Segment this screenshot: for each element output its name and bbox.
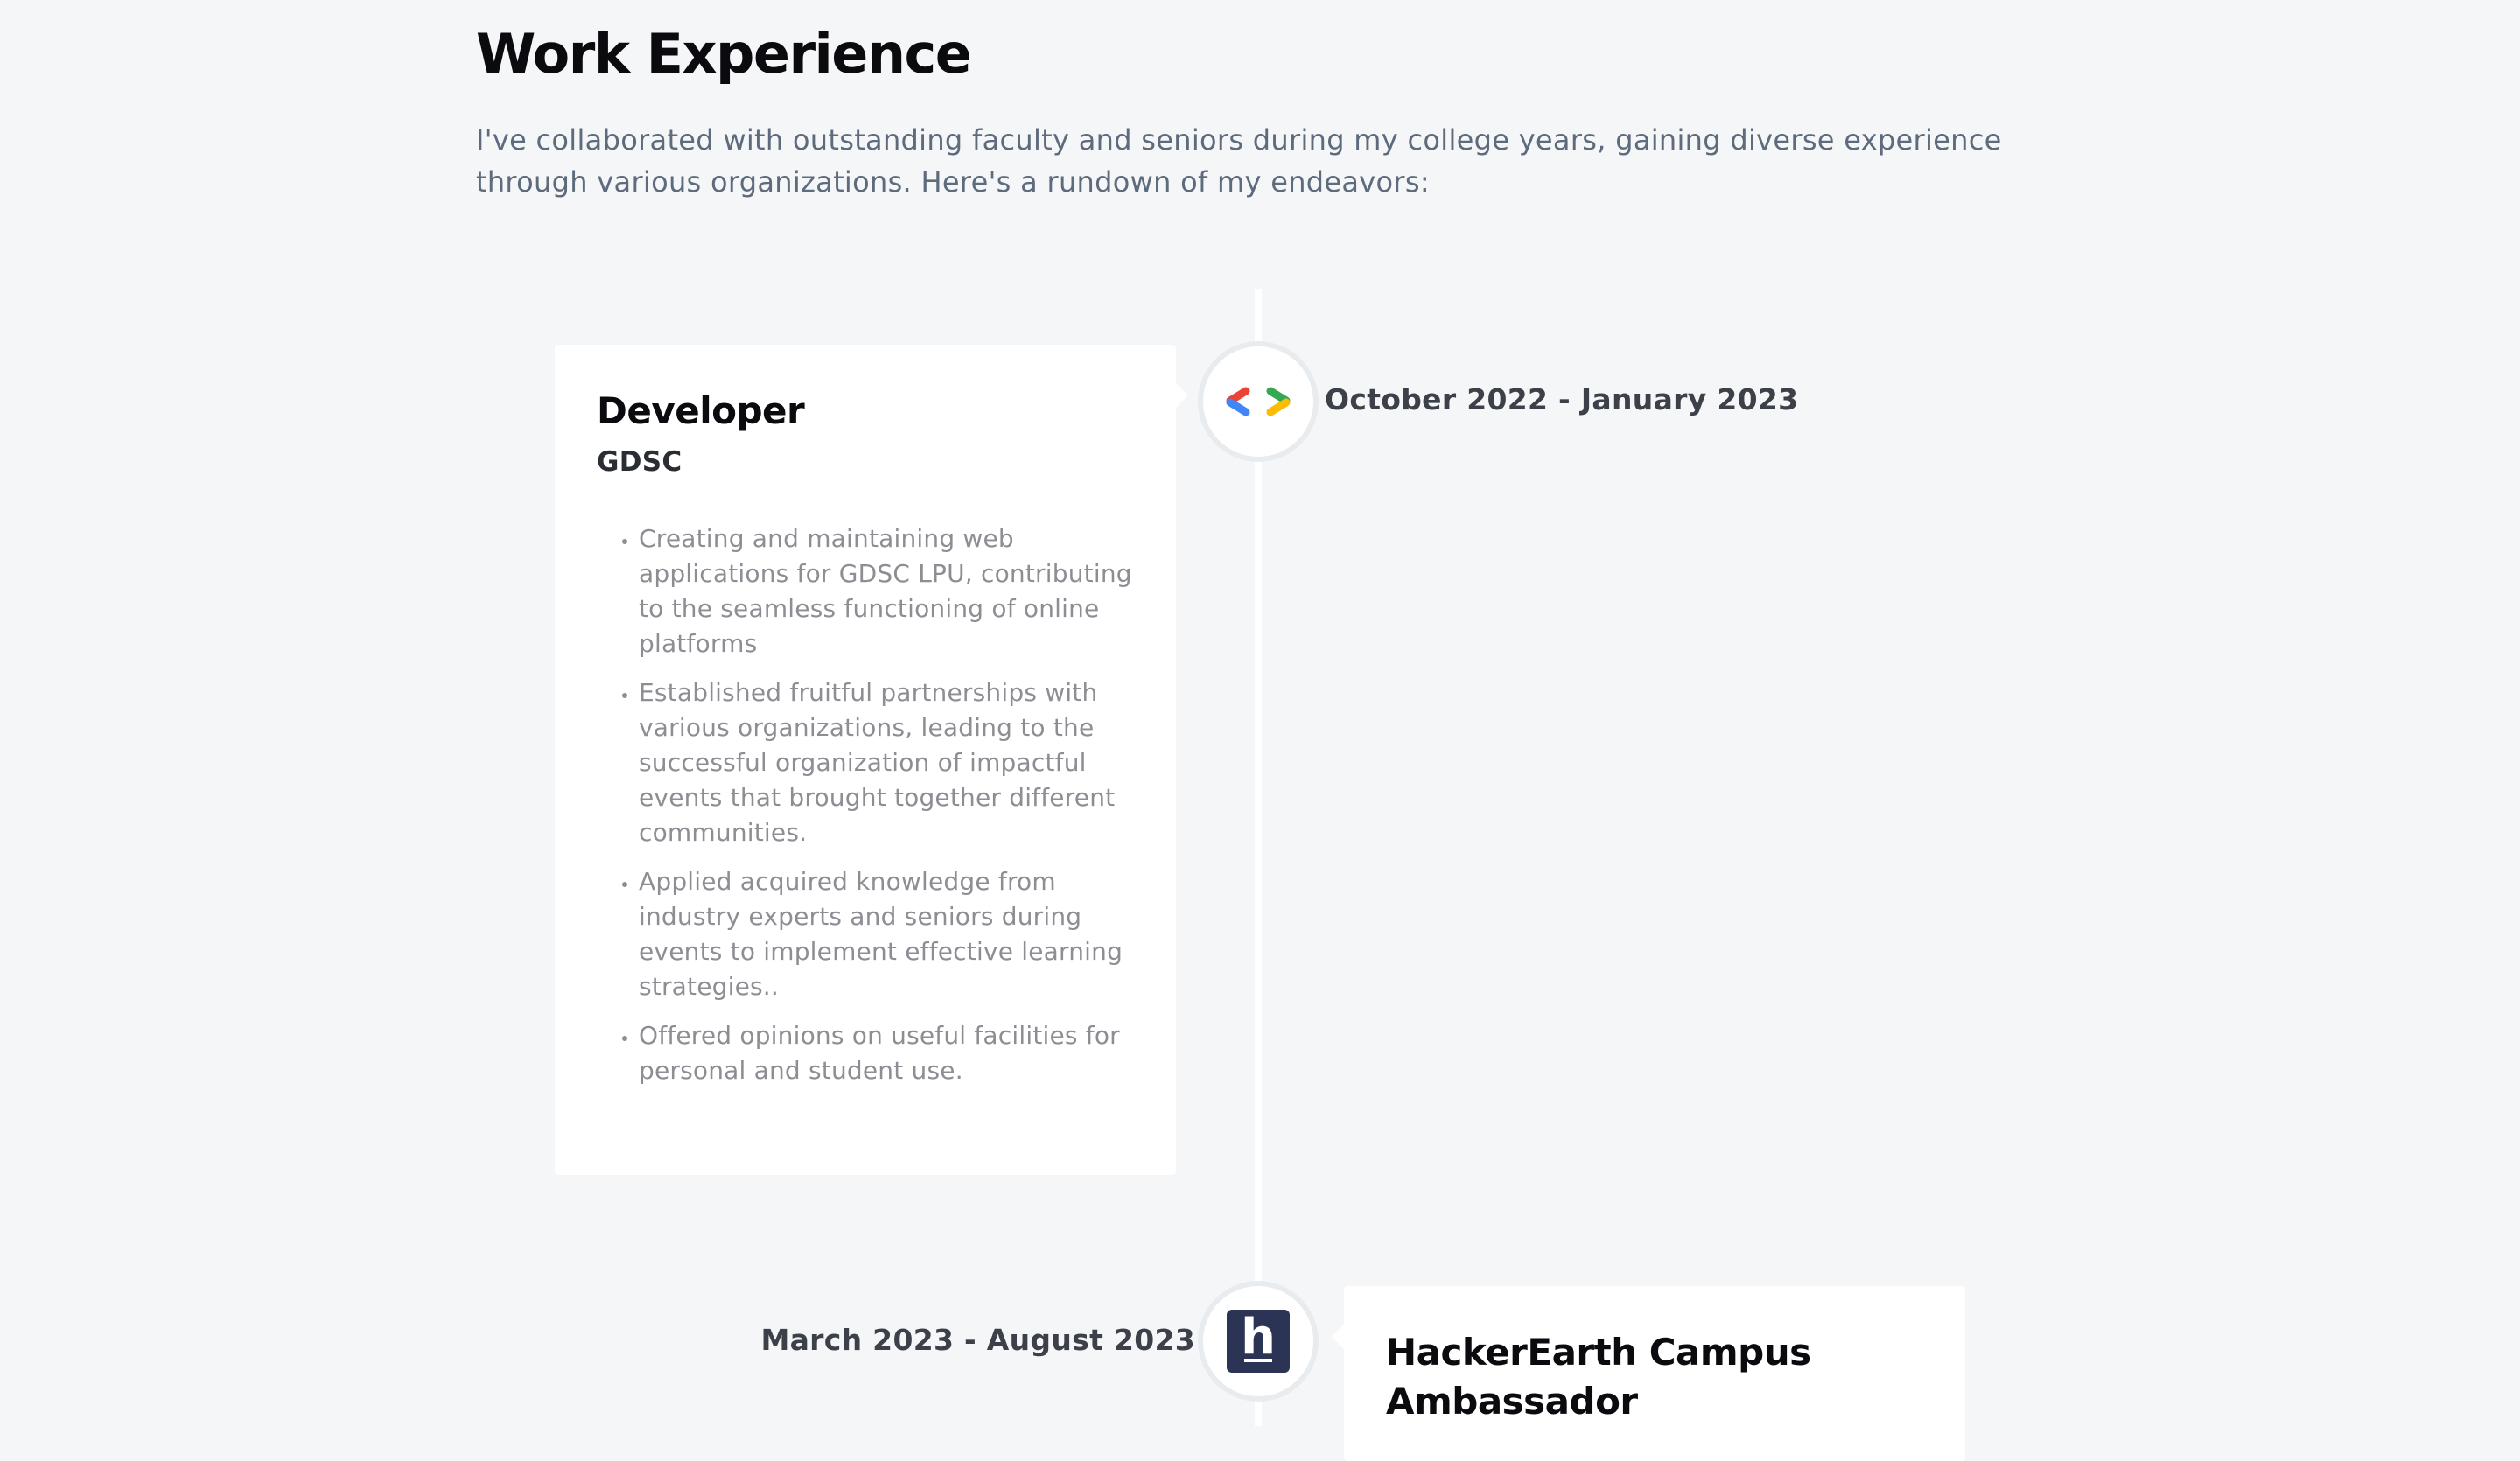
experience-date: October 2022 - January 2023 (1325, 382, 1799, 416)
experience-point: Offered opinions on useful facilities fo… (639, 1018, 1134, 1088)
experience-role: Developer (597, 389, 805, 432)
section-title: Work Experience (476, 22, 972, 86)
experience-date: March 2023 - August 2023 (760, 1323, 1195, 1357)
experience-point: Creating and maintaining web application… (639, 521, 1134, 661)
timeline-node-hackerearth: h (1203, 1286, 1313, 1396)
gdsc-logo-icon (1226, 387, 1291, 416)
experience-points-list: Creating and maintaining web application… (597, 521, 1134, 1088)
experience-card-gdsc: Developer GDSC Creating and maintaining … (555, 345, 1188, 1175)
experience-point: Established fruitful partnerships with v… (639, 675, 1134, 850)
hackerearth-logo-icon: h (1227, 1310, 1290, 1373)
hackerearth-logo-underline (1244, 1359, 1272, 1362)
section-intro: I've collaborated with outstanding facul… (476, 123, 2002, 199)
experience-role: HackerEarth Campus Ambassador (1386, 1331, 1811, 1423)
experience-point: Applied acquired knowledge from industry… (639, 864, 1134, 1004)
experience-card-hackerearth: HackerEarth Campus Ambassador (1332, 1286, 1965, 1461)
experience-company: GDSC (597, 446, 682, 478)
hackerearth-logo-letter: h (1241, 1309, 1276, 1366)
timeline-node-gdsc (1203, 346, 1313, 457)
timeline-line (1255, 289, 1262, 1426)
